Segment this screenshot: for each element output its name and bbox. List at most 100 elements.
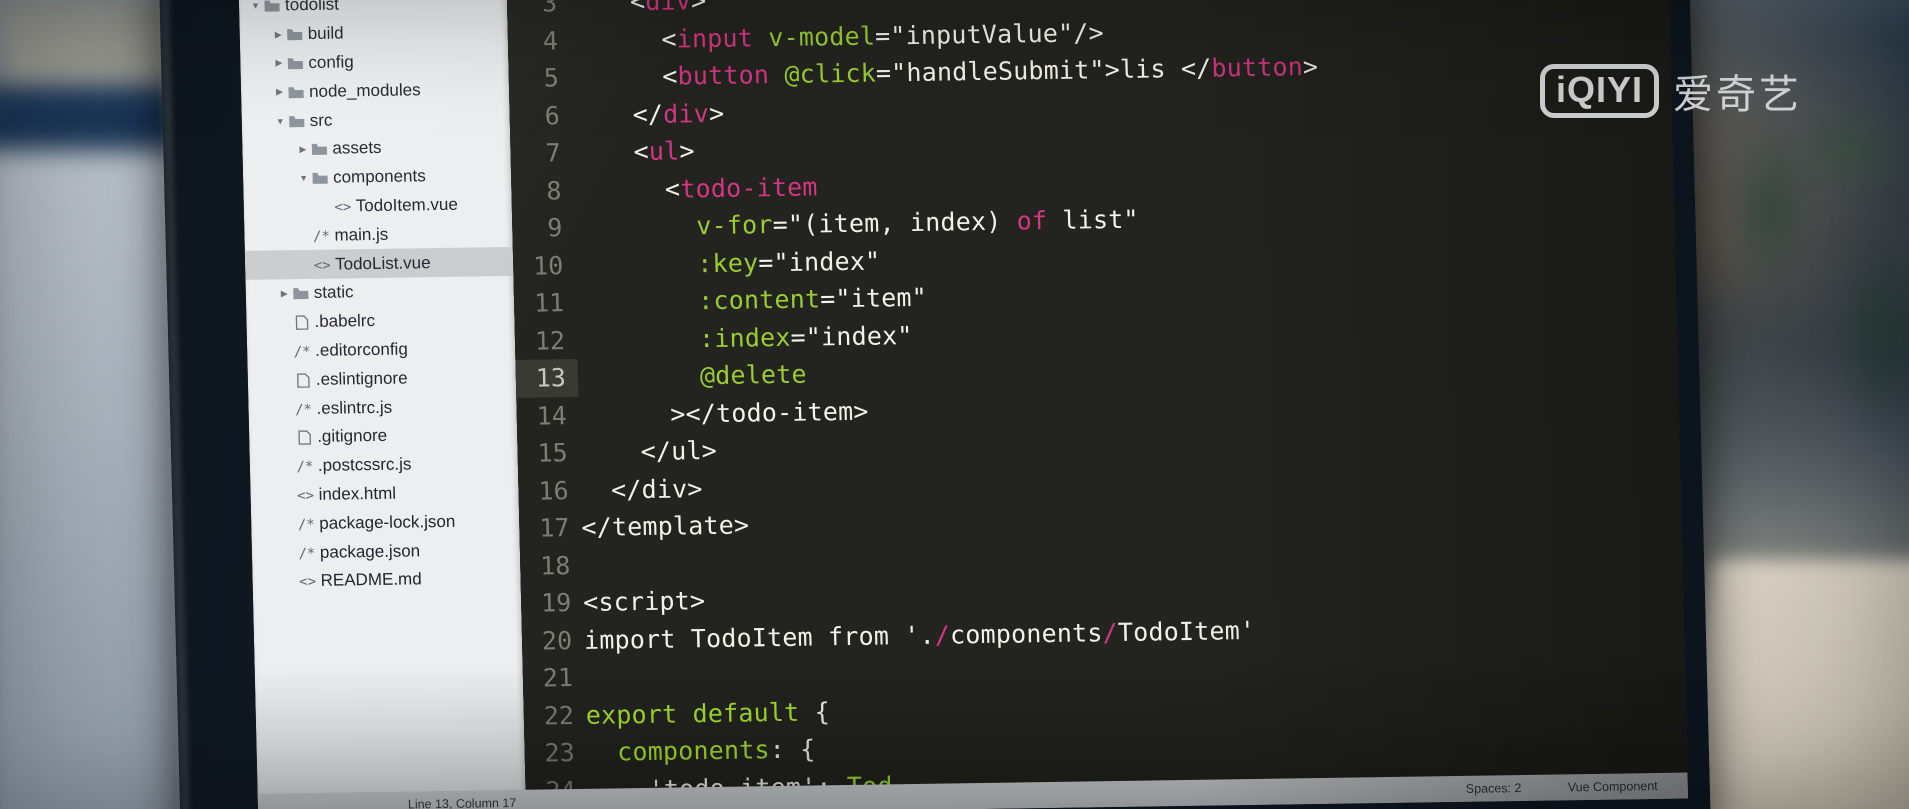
file-tree-item[interactable]: <> index.html bbox=[250, 477, 519, 510]
code-token: :content bbox=[697, 284, 821, 316]
file-tree-item[interactable]: /* .postcssrc.js bbox=[250, 449, 519, 482]
file-tree-item[interactable]: /* .eslintrc.js bbox=[248, 391, 517, 424]
file-tree-item[interactable]: ▼ src bbox=[241, 103, 510, 136]
line-number: 15 bbox=[537, 438, 568, 468]
line-number: 3 bbox=[541, 0, 558, 18]
file-tree-item[interactable]: ▶ node_modules bbox=[241, 74, 510, 107]
file-tree-item[interactable]: .gitignore bbox=[249, 420, 518, 453]
file-tree-item[interactable]: ▼ components bbox=[243, 161, 512, 194]
js-file-icon: /* bbox=[296, 459, 314, 476]
file-tree-item-label: .postcssrc.js bbox=[317, 454, 412, 475]
code-file-icon: <> bbox=[334, 199, 352, 216]
code-token: button bbox=[1211, 52, 1304, 83]
code-token: ="inputValue"/> bbox=[874, 17, 1105, 51]
code-pane[interactable]: 3456789101112131415161718192021222324252… bbox=[506, 0, 1689, 809]
file-tree[interactable]: ▼ todolist ▶ build ▶ config ▶ node_modules ▼ src ▶… bbox=[239, 0, 521, 597]
code-token: < bbox=[664, 173, 681, 204]
file-sidebar[interactable]: FOLDERS ▼todolist▶build▶config▶node_modu… bbox=[238, 0, 527, 809]
file-tree-item[interactable]: <> TodoItem.vue bbox=[243, 190, 512, 223]
file-tree-item[interactable]: ▶ assets bbox=[242, 132, 511, 165]
code-token: < bbox=[661, 61, 678, 91]
file-tree-item[interactable]: ▶ build bbox=[239, 17, 508, 50]
file-tree-item-label: TodoList.vue bbox=[334, 252, 431, 274]
code-token: { bbox=[799, 696, 831, 727]
status-indentation[interactable]: Spaces: 2 bbox=[1466, 781, 1522, 796]
file-tree-item-label: todolist bbox=[284, 0, 340, 15]
file-tree-item-label: .eslintignore bbox=[315, 368, 408, 389]
chevron-right-icon[interactable]: ▶ bbox=[272, 29, 285, 40]
code-token: ></todo-item> bbox=[578, 396, 869, 430]
folder-icon bbox=[285, 53, 305, 73]
iqiyi-logo: iQIYI bbox=[1540, 63, 1660, 119]
code-token: > bbox=[690, 0, 707, 16]
line-number: 14 bbox=[536, 400, 568, 431]
code-lines[interactable]: <div> <input v-model="inputValue"/> <but… bbox=[569, 0, 1688, 809]
js-file-icon: /* bbox=[298, 545, 316, 562]
js-file-icon: /* bbox=[294, 401, 313, 418]
file-tree-item[interactable]: .eslintignore bbox=[248, 362, 517, 395]
code-token: / bbox=[934, 619, 951, 650]
iqiyi-logo-text: 爱奇艺 bbox=[1673, 72, 1803, 118]
line-number: 11 bbox=[533, 288, 565, 318]
file-tree-item-label: node_modules bbox=[308, 80, 421, 101]
code-editor[interactable]: ◀ ▶ TodoList.vueTodoItem.vue 34567891011… bbox=[505, 0, 1689, 809]
file-tree-item-label: main.js bbox=[334, 224, 389, 245]
plain-file-icon bbox=[294, 427, 314, 447]
file-tree-item[interactable]: ▶ config bbox=[240, 46, 509, 79]
code-token: </ bbox=[1180, 53, 1212, 84]
code-token: </ bbox=[632, 99, 664, 129]
line-number: 8 bbox=[546, 175, 562, 205]
file-tree-item[interactable]: <> README.md bbox=[252, 564, 521, 597]
file-tree-item-label: .editorconfig bbox=[314, 339, 409, 360]
js-file-icon: /* bbox=[312, 228, 331, 245]
file-tree-item-label: package-lock.json bbox=[319, 511, 456, 533]
line-number: 22 bbox=[543, 700, 575, 731]
line-number: 7 bbox=[545, 138, 561, 168]
file-tree-item[interactable]: <> TodoList.vue bbox=[244, 247, 514, 280]
line-number: 5 bbox=[543, 63, 560, 93]
code-token: ul bbox=[648, 136, 680, 166]
code-token: ="index" bbox=[790, 320, 913, 352]
line-number: 12 bbox=[534, 325, 566, 356]
code-file-icon: <> bbox=[299, 574, 317, 591]
file-tree-item[interactable]: /* package-lock.json bbox=[251, 506, 520, 539]
line-number: 23 bbox=[544, 738, 576, 768]
file-tree-item[interactable]: /* .editorconfig bbox=[247, 333, 516, 366]
line-number: 4 bbox=[542, 25, 559, 55]
chevron-right-icon[interactable]: ▶ bbox=[296, 144, 309, 155]
chevron-right-icon[interactable]: ▶ bbox=[273, 87, 286, 98]
line-number: 19 bbox=[540, 588, 572, 618]
file-tree-item-label: package.json bbox=[319, 540, 421, 562]
chevron-down-icon[interactable]: ▼ bbox=[297, 173, 310, 183]
file-tree-item-label: components bbox=[332, 166, 426, 187]
code-token: < bbox=[661, 24, 678, 54]
code-token: > bbox=[708, 98, 725, 128]
chevron-down-icon[interactable]: ▼ bbox=[274, 116, 287, 126]
code-token: TodoItem' bbox=[1117, 615, 1256, 647]
file-tree-item-label: src bbox=[309, 110, 333, 130]
file-tree-item[interactable]: /* package.json bbox=[252, 535, 521, 568]
status-syntax-mode[interactable]: Vue Component bbox=[1568, 779, 1658, 794]
code-token: ="index" bbox=[757, 245, 881, 277]
code-token: ="(item, index) bbox=[772, 206, 1017, 240]
status-line-column: Line 13, Column 17 bbox=[407, 795, 517, 809]
chevron-down-icon[interactable]: ▼ bbox=[249, 1, 262, 11]
file-tree-item[interactable]: ▶ static bbox=[245, 276, 514, 309]
chevron-right-icon[interactable]: ▶ bbox=[272, 58, 285, 69]
file-tree-item-label: .gitignore bbox=[316, 426, 388, 447]
code-token: div bbox=[662, 98, 710, 129]
line-number: 10 bbox=[532, 250, 564, 281]
chevron-right-icon[interactable]: ▶ bbox=[278, 288, 291, 299]
line-number: 16 bbox=[538, 475, 569, 506]
file-tree-item-label: README.md bbox=[320, 569, 422, 591]
file-tree-item[interactable]: /* main.js bbox=[244, 218, 513, 251]
file-tree-item[interactable]: .babelrc bbox=[246, 305, 515, 338]
